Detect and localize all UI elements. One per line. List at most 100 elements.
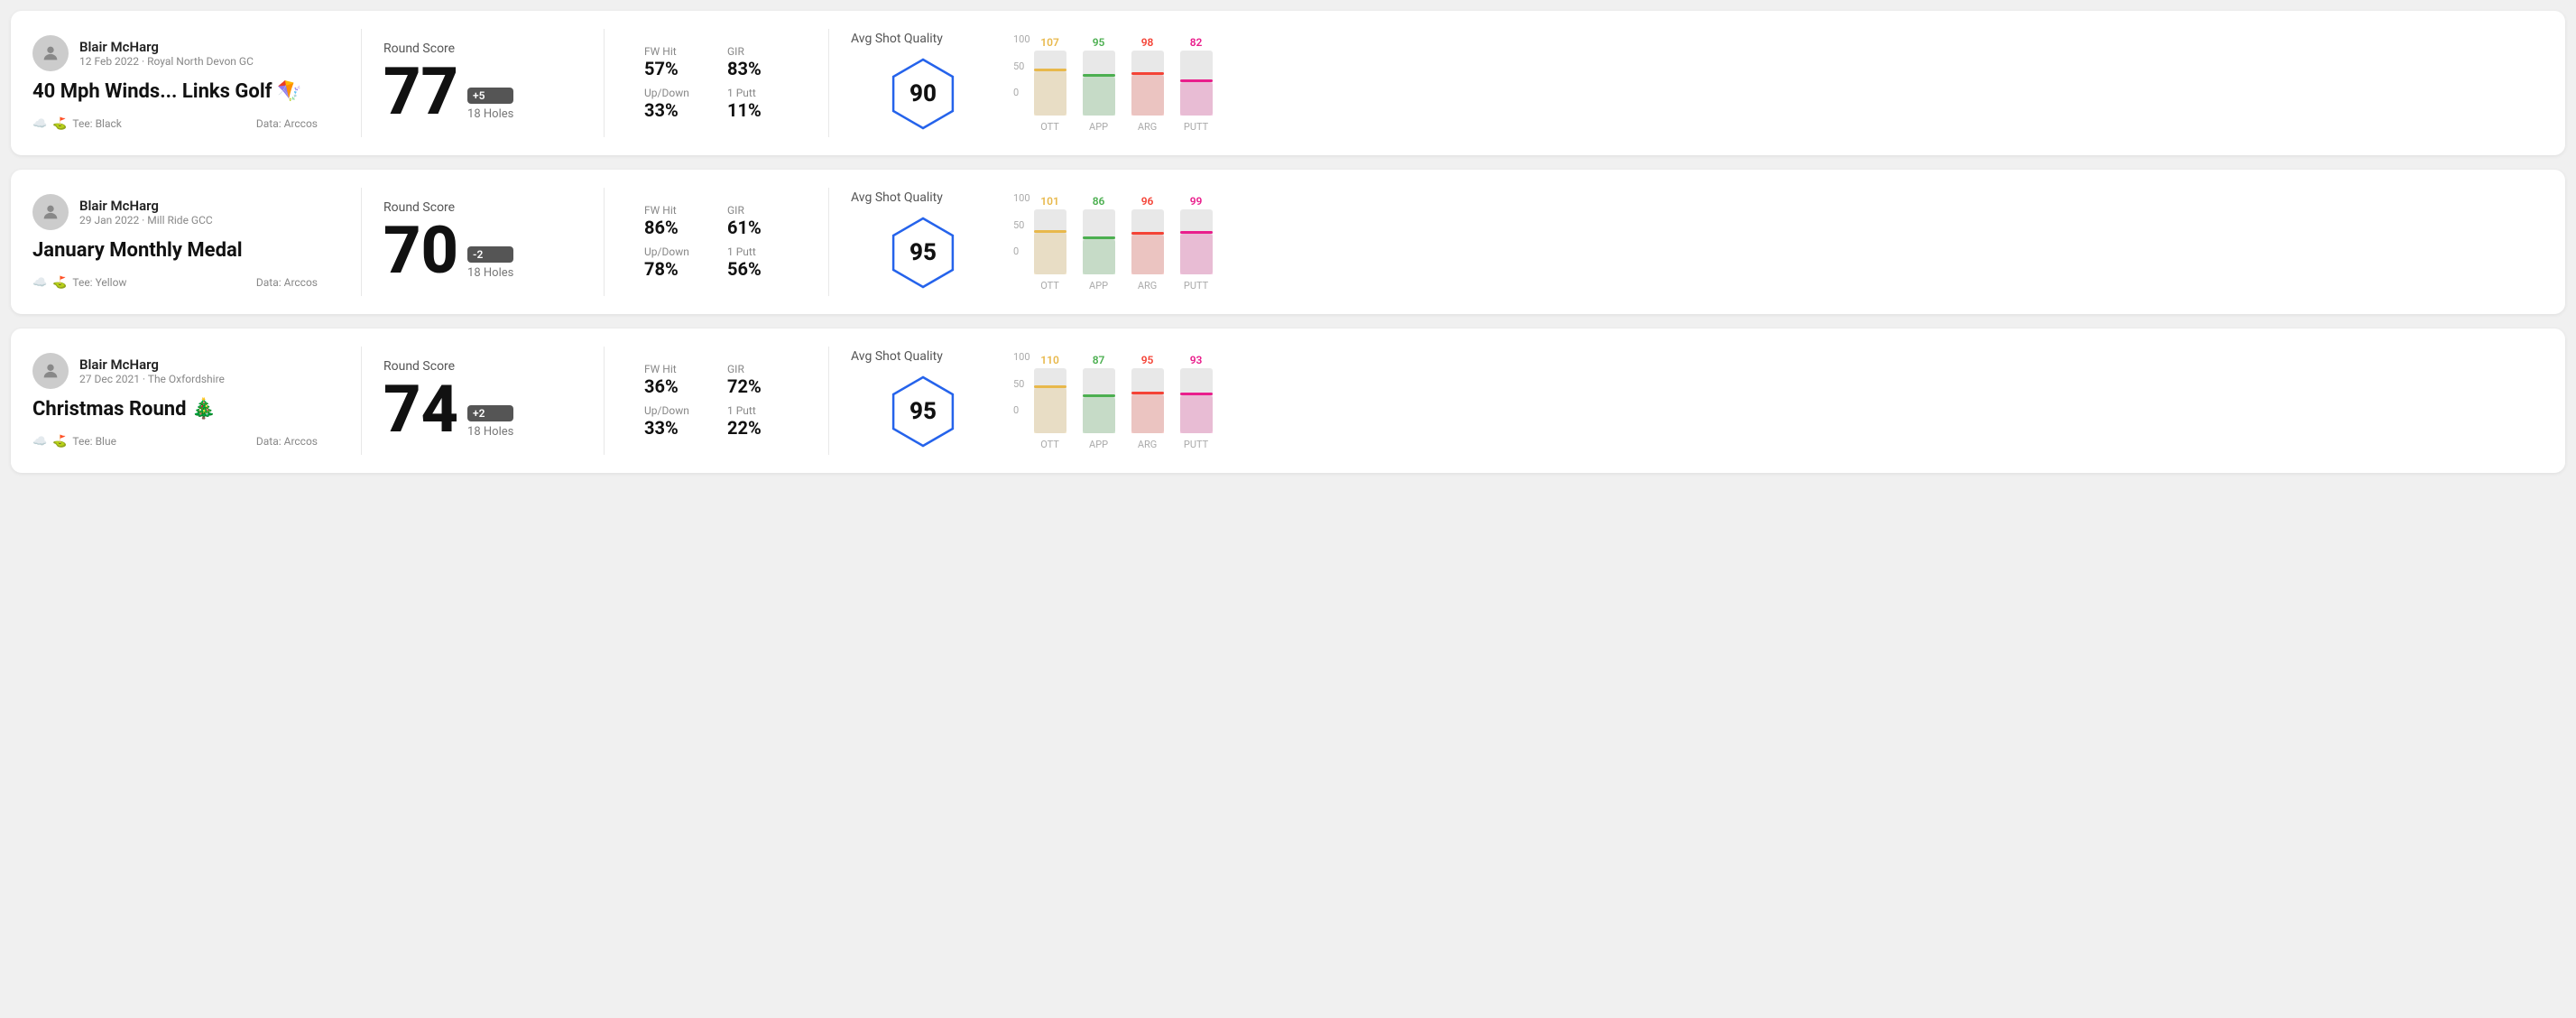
avatar <box>32 35 69 71</box>
stat-item-3: 1 Putt56% <box>727 245 789 280</box>
round-card-2: Blair McHarg29 Jan 2022 · Mill Ride GCCJ… <box>11 170 2565 314</box>
user-name: Blair McHarg <box>79 39 254 55</box>
stat-value: 56% <box>727 258 789 280</box>
chart-section: 100500101OTT86APP96ARG99PUTT <box>995 192 2544 292</box>
user-header: Blair McHarg27 Dec 2021 · The Oxfordshir… <box>32 353 318 389</box>
hex-score: 90 <box>909 80 937 107</box>
data-source: Data: Arccos <box>256 276 318 289</box>
score-badge-col: +518 Holes <box>467 88 513 125</box>
chart-col-1: 87APP <box>1083 354 1115 450</box>
left-section: Blair McHarg29 Jan 2022 · Mill Ride GCCJ… <box>32 194 339 289</box>
bar-fill <box>1083 77 1115 116</box>
bar-fill <box>1034 71 1066 116</box>
chart-axis-label: OTT <box>1040 121 1059 133</box>
stat-value: 22% <box>727 417 789 439</box>
bar-fill <box>1131 394 1164 433</box>
bar-chart: 101OTT86APP96ARG99PUTT <box>1034 192 1213 292</box>
chart-col-0: 110OTT <box>1034 354 1066 450</box>
stat-label: GIR <box>727 204 789 217</box>
chart-axis-label: ARG <box>1138 121 1157 133</box>
bar-fill <box>1180 82 1213 116</box>
bar-wrapper <box>1083 368 1115 433</box>
bar-fill <box>1083 239 1115 274</box>
bar-wrapper <box>1131 368 1164 433</box>
bar-chart: 107OTT95APP98ARG82PUTT <box>1034 33 1213 133</box>
stat-value: 11% <box>727 99 789 121</box>
hex-score: 95 <box>909 398 937 425</box>
tee-icon: ⛳ <box>52 117 67 131</box>
stat-label: 1 Putt <box>727 87 789 99</box>
hexagon-container: 90 <box>882 53 964 134</box>
chart-col-3: 93PUTT <box>1180 354 1213 450</box>
chart-value-label: 101 <box>1040 195 1059 208</box>
chart-value-label: 95 <box>1141 354 1154 366</box>
y-axis-label: 50 <box>1013 378 1030 390</box>
chart-value-label: 95 <box>1093 36 1105 49</box>
stat-label: 1 Putt <box>727 245 789 258</box>
stat-item-1: GIR61% <box>727 204 789 238</box>
user-name: Blair McHarg <box>79 356 225 373</box>
divider <box>361 347 362 455</box>
stat-value: 61% <box>727 217 789 238</box>
bar-line <box>1083 394 1115 397</box>
divider <box>828 188 829 296</box>
tee-label: Tee: Yellow <box>72 276 126 289</box>
user-info: Blair McHarg29 Jan 2022 · Mill Ride GCC <box>79 198 213 227</box>
user-meta: 12 Feb 2022 · Royal North Devon GC <box>79 55 254 68</box>
chart-y-labels: 100500 <box>1013 192 1030 257</box>
tee-info: ☁️ ⛳ Tee: Black <box>32 117 122 131</box>
stat-label: Up/Down <box>644 245 706 258</box>
stats-grid: FW Hit86%GIR61%Up/Down78%1 Putt56% <box>644 204 789 280</box>
stat-label: FW Hit <box>644 45 706 58</box>
user-header: Blair McHarg29 Jan 2022 · Mill Ride GCC <box>32 194 318 230</box>
stat-value: 78% <box>644 258 706 280</box>
quality-label: Avg Shot Quality <box>851 32 943 46</box>
user-meta: 29 Jan 2022 · Mill Ride GCC <box>79 214 213 227</box>
bar-line <box>1034 230 1066 233</box>
bar-fill <box>1180 395 1213 433</box>
user-header: Blair McHarg12 Feb 2022 · Royal North De… <box>32 35 318 71</box>
stat-label: Up/Down <box>644 404 706 417</box>
bar-line <box>1180 393 1213 395</box>
score-badge: -2 <box>467 246 513 263</box>
y-axis-label: 50 <box>1013 60 1030 72</box>
user-info: Blair McHarg27 Dec 2021 · The Oxfordshir… <box>79 356 225 385</box>
chart-y-labels: 100500 <box>1013 33 1030 98</box>
stat-label: 1 Putt <box>727 404 789 417</box>
bar-wrapper <box>1131 51 1164 116</box>
chart-axis-label: ARG <box>1138 439 1157 450</box>
chart-col-2: 95 ARG <box>1131 354 1164 450</box>
chart-axis-label: OTT <box>1040 439 1059 450</box>
bar-line <box>1180 231 1213 234</box>
bar-wrapper <box>1131 209 1164 274</box>
bar-wrapper <box>1034 51 1066 116</box>
weather-icon: ☁️ <box>32 435 47 449</box>
bar-wrapper <box>1180 51 1213 116</box>
stat-value: 72% <box>727 375 789 397</box>
data-source: Data: Arccos <box>256 117 318 130</box>
score-row: 70-218 Holes <box>383 218 582 283</box>
bar-wrapper <box>1180 209 1213 274</box>
stat-value: 33% <box>644 417 706 439</box>
chart-value-label: 93 <box>1190 354 1203 366</box>
stats-grid: FW Hit57%GIR83%Up/Down33%1 Putt11% <box>644 45 789 121</box>
user-meta: 27 Dec 2021 · The Oxfordshire <box>79 373 225 385</box>
stat-item-1: GIR83% <box>727 45 789 79</box>
tee-icon: ⛳ <box>52 435 67 449</box>
bar-line <box>1131 232 1164 235</box>
bar-fill <box>1131 235 1164 274</box>
chart-section: 100500107OTT95APP98ARG82PUTT <box>995 33 2544 133</box>
stat-value: 33% <box>644 99 706 121</box>
chart-axis-label: APP <box>1089 439 1108 450</box>
bar-fill <box>1083 397 1115 433</box>
user-name: Blair McHarg <box>79 198 213 214</box>
left-section: Blair McHarg12 Feb 2022 · Royal North De… <box>32 35 339 130</box>
left-section: Blair McHarg27 Dec 2021 · The Oxfordshir… <box>32 353 339 448</box>
chart-col-3: 82PUTT <box>1180 36 1213 133</box>
score-number: 70 <box>383 218 458 283</box>
score-number: 74 <box>383 377 458 442</box>
y-axis-label: 100 <box>1013 33 1030 45</box>
stat-label: FW Hit <box>644 363 706 375</box>
stat-value: 86% <box>644 217 706 238</box>
stat-item-2: Up/Down78% <box>644 245 706 280</box>
